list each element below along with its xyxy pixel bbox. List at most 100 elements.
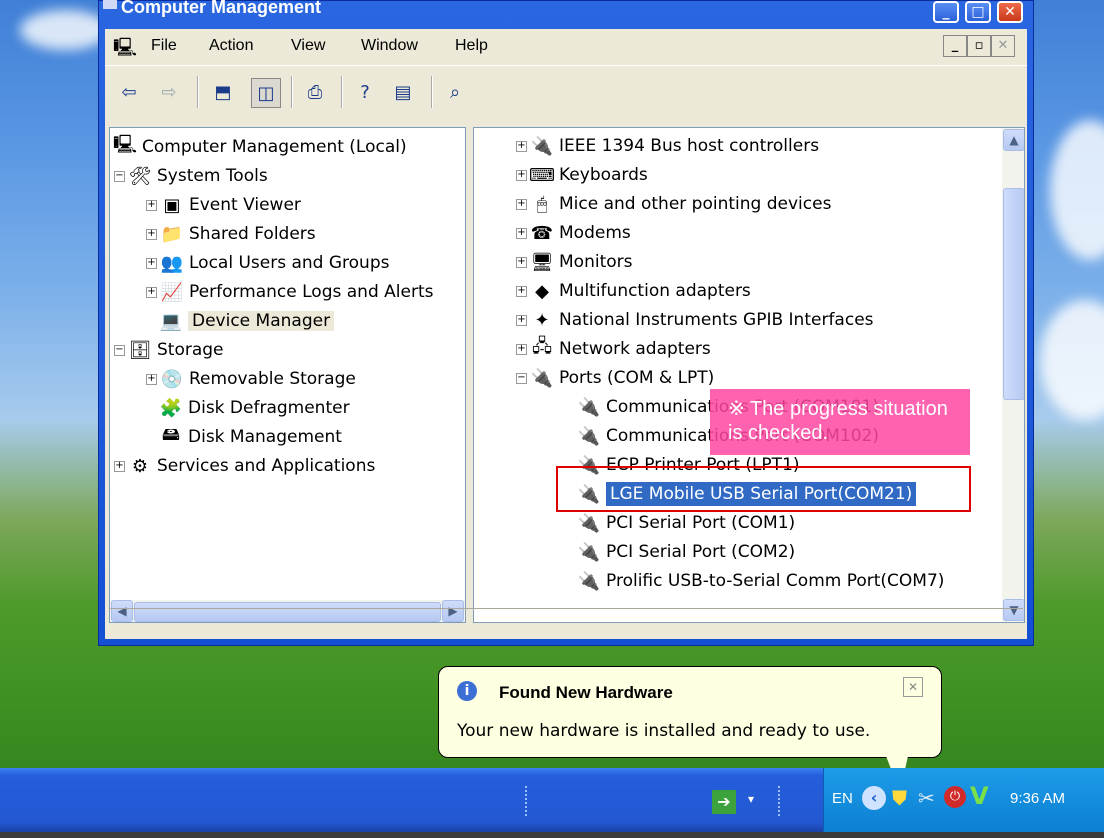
device-category-label: Mice and other pointing devices <box>559 194 832 214</box>
menu-view[interactable]: View <box>291 37 325 55</box>
title-bar[interactable]: Computer Management _ □ ✕ <box>103 0 1029 27</box>
app-tray-icon[interactable]: V <box>970 782 989 810</box>
tree-item-shared-folders[interactable]: + 📁 Shared Folders <box>146 220 316 248</box>
expand-icon[interactable]: + <box>146 228 157 240</box>
serial-port-icon: 🔌 <box>577 541 601 563</box>
device-category[interactable]: + ⌨ Keyboards <box>516 161 648 189</box>
tree-item-root[interactable]: 🖳 Computer Management (Local) <box>113 133 407 161</box>
computer-management-window: Computer Management _ □ ✕ 🖳 File Action … <box>98 0 1034 646</box>
note-line-2: is checked. <box>728 422 829 444</box>
computer-icon: 🖳 <box>113 134 138 155</box>
taskbar: ➔ ▾ EN ‹ ⛊ ✂ ⏻ V 9:36 AM <box>0 768 1104 832</box>
scan-hardware-icon[interactable]: ⌕ <box>441 78 469 106</box>
expand-icon[interactable]: + <box>146 257 157 269</box>
tree-item-storage[interactable]: − 🗄 Storage <box>114 336 224 364</box>
mdi-minimize-button[interactable]: _ <box>943 35 967 57</box>
expand-icon[interactable]: + <box>516 140 527 152</box>
menu-action[interactable]: Action <box>209 37 253 55</box>
device-category[interactable]: + 🖥 Monitors <box>516 248 632 276</box>
expand-icon[interactable]: + <box>114 460 125 472</box>
tree-item-disk-management[interactable]: 🖴 Disk Management <box>160 423 342 451</box>
taskbar-grip[interactable] <box>778 786 786 816</box>
collapse-icon[interactable]: − <box>114 170 125 182</box>
menu-help[interactable]: Help <box>455 37 488 55</box>
collapse-icon[interactable]: − <box>516 372 527 384</box>
back-arrow-icon[interactable]: ⇦ <box>115 78 143 106</box>
tree-item-system-tools[interactable]: − 🛠 System Tools <box>114 162 268 190</box>
minimize-button[interactable]: _ <box>933 1 959 23</box>
expand-icon[interactable]: + <box>146 286 157 298</box>
port-item[interactable]: 🔌 Prolific USB-to-Serial Comm Port(COM7) <box>578 567 945 595</box>
scroll-up-button[interactable]: ▲ <box>1003 129 1024 151</box>
menu-window[interactable]: Window <box>361 37 418 55</box>
expand-icon[interactable]: + <box>516 314 527 326</box>
device-category-label: Ports (COM & LPT) <box>559 368 715 388</box>
mdi-close-button[interactable]: ✕ <box>991 35 1015 57</box>
tree-item-device-manager[interactable]: 💻 Device Manager <box>159 307 335 335</box>
taskbar-grip[interactable] <box>525 786 533 816</box>
port-label: PCI Serial Port (COM1) <box>606 513 796 533</box>
tree-item-event-viewer[interactable]: + ▣ Event Viewer <box>146 191 301 219</box>
close-icon[interactable]: ✕ <box>903 677 923 697</box>
device-category[interactable]: + ✦ National Instruments GPIB Interfaces <box>516 306 874 334</box>
menu-file[interactable]: File <box>151 37 177 55</box>
expand-icon[interactable]: + <box>516 285 527 297</box>
device-category[interactable]: + ◆ Multifunction adapters <box>516 277 751 305</box>
device-list-pane[interactable]: + 🔌 IEEE 1394 Bus host controllers + ⌨ Keyboa… <box>473 127 1025 623</box>
expand-icon[interactable]: + <box>516 198 527 210</box>
collapse-icon[interactable]: − <box>114 344 125 356</box>
multifunction-icon: ◆ <box>535 280 549 302</box>
device-category[interactable]: + 🔌 IEEE 1394 Bus host controllers <box>516 132 819 160</box>
clock[interactable]: 9:36 AM <box>1010 790 1065 807</box>
console-icon[interactable]: 🖳 <box>113 35 137 65</box>
expand-icon[interactable]: + <box>146 373 157 385</box>
performance-icon: 📈 <box>160 281 184 303</box>
action-pane-icon[interactable]: ▤ <box>389 78 417 106</box>
show-hide-tree-icon[interactable]: ◫ <box>251 78 281 108</box>
expand-icon[interactable]: + <box>516 169 527 181</box>
close-button[interactable]: ✕ <box>997 1 1023 23</box>
expand-icon[interactable]: + <box>146 199 157 211</box>
found-new-hardware-balloon[interactable]: i Found New Hardware ✕ Your new hardware… <box>438 666 942 758</box>
device-category[interactable]: + 🖱 Mice and other pointing devices <box>516 190 831 218</box>
show-desktop-icon[interactable]: ➔ <box>712 790 736 814</box>
info-icon: i <box>457 681 477 701</box>
mdi-restore-button[interactable]: ▫ <box>967 35 991 57</box>
vertical-scrollbar[interactable]: ▲ ▼ <box>1002 128 1024 622</box>
tree-item-local-users[interactable]: + 👥 Local Users and Groups <box>146 249 389 277</box>
tree-item-disk-defragmenter[interactable]: 🧩 Disk Defragmenter <box>160 394 350 422</box>
device-category[interactable]: + 🖧 Network adapters <box>516 335 711 363</box>
scroll-thumb[interactable] <box>1003 188 1024 400</box>
up-folder-icon[interactable]: ⬒ <box>209 78 237 106</box>
maximize-button[interactable]: □ <box>965 1 991 23</box>
tree-item-removable-storage[interactable]: + 💿 Removable Storage <box>146 365 356 393</box>
language-indicator[interactable]: EN <box>832 790 853 807</box>
chevron-left-icon[interactable]: ‹ <box>862 786 886 810</box>
help-icon[interactable]: ? <box>351 78 379 106</box>
progress-note: ※ The progress situation is checked. <box>710 389 970 455</box>
tree-item-performance-logs[interactable]: + 📈 Performance Logs and Alerts <box>146 278 433 306</box>
expand-icon[interactable]: + <box>516 256 527 268</box>
power-icon[interactable]: ⏻ <box>944 786 966 808</box>
port-item[interactable]: 🔌 PCI Serial Port (COM2) <box>578 538 795 566</box>
device-manager-icon: 💻 <box>159 310 183 332</box>
expand-icon[interactable]: + <box>516 343 527 355</box>
highlight-box <box>556 466 971 512</box>
chevron-down-icon[interactable]: ▾ <box>748 792 754 806</box>
event-viewer-icon: ▣ <box>163 194 181 216</box>
expand-icon[interactable]: + <box>516 227 527 239</box>
security-shield-icon[interactable]: ⛊ <box>892 786 914 810</box>
tools-icon: 🛠 <box>128 165 152 187</box>
device-category-label: National Instruments GPIB Interfaces <box>559 310 874 330</box>
print-icon[interactable]: ⎙ <box>301 78 329 106</box>
tree-item-services-applications[interactable]: + ⚙ Services and Applications <box>114 452 375 480</box>
device-category[interactable]: − 🔌 Ports (COM & LPT) <box>516 364 714 392</box>
forward-arrow-icon[interactable]: ⇨ <box>155 78 183 106</box>
device-category[interactable]: + ☎ Modems <box>516 219 631 247</box>
toolbar-separator <box>431 76 433 108</box>
console-tree-pane[interactable]: 🖳 Computer Management (Local) − 🛠 System… <box>109 127 466 623</box>
bottom-strip <box>0 832 1104 838</box>
usb-device-icon[interactable]: ✂ <box>918 786 942 810</box>
mouse-icon: 🖱 <box>536 193 548 215</box>
port-item[interactable]: 🔌 PCI Serial Port (COM1) <box>578 509 795 537</box>
